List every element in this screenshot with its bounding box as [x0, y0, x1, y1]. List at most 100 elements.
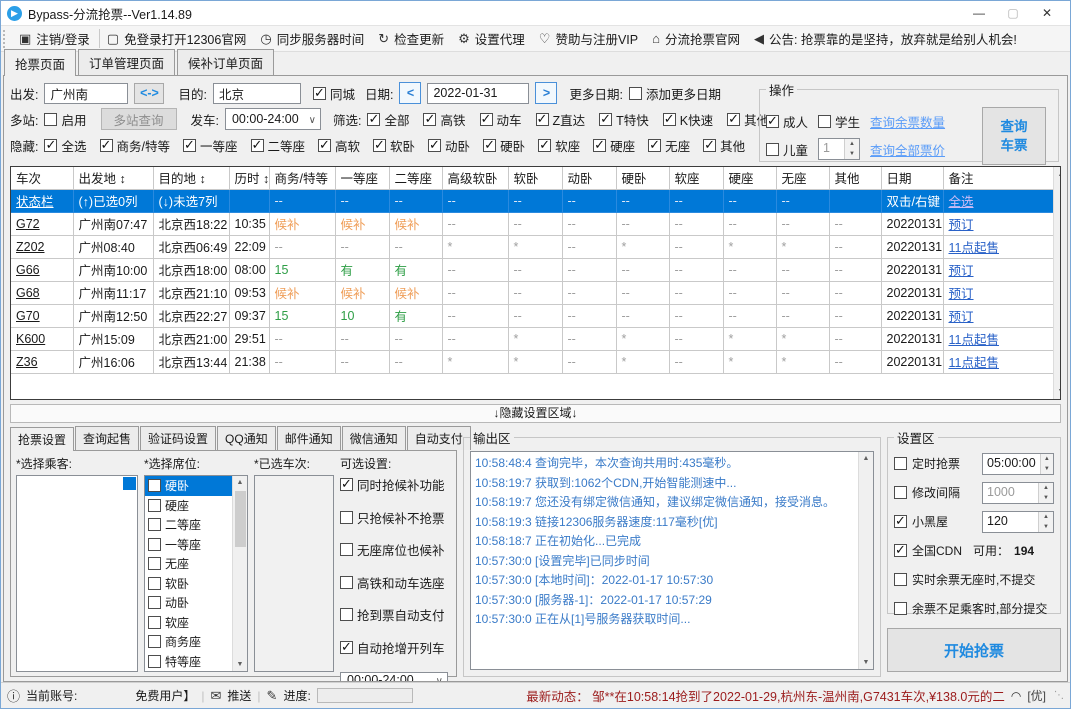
filter-checkbox-box[interactable]	[727, 111, 741, 127]
output-log[interactable]: 10:58:48:4 查询完毕，本次查询共用时:435毫秒。 10:58:19:7…	[471, 452, 858, 669]
hide-checkbox-box[interactable]	[318, 137, 332, 153]
train-table-column-header[interactable]: 出发地 ↕	[72, 167, 154, 190]
train-table-column-header[interactable]: 硬卧	[615, 167, 670, 190]
settings-tab[interactable]: 自动支付	[406, 426, 471, 450]
seat-checkbox-box[interactable]	[148, 615, 161, 629]
multi-query-button[interactable]: 多站查询	[100, 108, 177, 130]
train-table-column-header[interactable]: 车次	[11, 167, 74, 190]
train-table-column-header[interactable]: 高级软卧	[441, 167, 509, 190]
seat-checkbox-box[interactable]	[148, 654, 161, 668]
hide-checkbox[interactable]: 其他	[703, 136, 745, 155]
child-checkbox-box[interactable]	[766, 142, 779, 156]
close-icon[interactable]: ✕	[1030, 6, 1064, 20]
spinner-down-icon[interactable]	[1039, 521, 1053, 532]
settings-tab[interactable]: 邮件通知	[276, 426, 341, 450]
settings-tab[interactable]: QQ通知	[217, 426, 276, 450]
seat-checkbox-box[interactable]	[148, 557, 161, 571]
filter-checkbox-box[interactable]	[662, 111, 676, 127]
train-table-column-header[interactable]: 软座	[668, 167, 724, 190]
spinner-down-icon[interactable]	[1039, 492, 1053, 503]
train-table-cell[interactable]: G68	[11, 280, 74, 305]
table-scrollbar[interactable]	[1053, 167, 1060, 399]
query-remaining-link[interactable]: 查询余票数量	[870, 112, 945, 131]
main-tab[interactable]: 候补订单页面	[177, 49, 275, 75]
settings-tab[interactable]: 查询起售	[75, 426, 140, 450]
train-table-row[interactable]: G66 广州南10:00 北京西18:00 08:00 15 有有 -- -- -- -- -- --…	[11, 257, 1053, 282]
passenger-listbox[interactable]	[16, 475, 138, 672]
toolbar-item[interactable]: ⌂ 分流抢票官网	[645, 29, 747, 48]
train-table-row[interactable]: G68 广州南11:17 北京西21:10 09:53 候补 候补 候补 -- -- -- -- --…	[11, 280, 1053, 305]
train-table-cell[interactable]: 预订	[942, 211, 1053, 236]
hide-settings-bar[interactable]: ↓隐藏设置区域↓	[10, 404, 1061, 423]
settings-tab[interactable]: 抢票设置	[10, 427, 75, 451]
toolbar-item[interactable]: ▢ 免登录打开12306官网	[98, 29, 254, 48]
scroll-up-icon[interactable]	[863, 452, 870, 465]
selected-trains-listbox[interactable]	[254, 475, 334, 672]
multi-enable-checkbox[interactable]: 启用	[44, 110, 87, 129]
scroll-up-icon[interactable]	[1058, 167, 1060, 182]
option-checkbox-box[interactable]	[340, 543, 353, 556]
hide-checkbox[interactable]: 二等座	[250, 136, 305, 155]
main-tab[interactable]: 抢票页面	[4, 49, 77, 76]
filter-checkbox[interactable]: K快速	[662, 110, 713, 129]
hide-checkbox[interactable]: 硬卧	[483, 136, 525, 155]
swap-stations-button[interactable]: <->	[134, 82, 165, 104]
hide-checkbox[interactable]: 全选	[44, 136, 87, 155]
seat-scrollbar[interactable]	[232, 476, 247, 671]
push-label[interactable]: 推送	[227, 687, 251, 704]
toolbar-item[interactable]: ▣ 注销/登录	[12, 29, 97, 48]
filter-checkbox[interactable]: 全部	[367, 110, 409, 129]
depart-time-select[interactable]: 00:00-24:00	[224, 108, 321, 130]
scroll-thumb[interactable]	[234, 491, 246, 547]
option-checkbox-box[interactable]	[340, 575, 353, 589]
filter-checkbox-box[interactable]	[423, 111, 437, 127]
maximize-icon[interactable]: ▢	[996, 6, 1030, 20]
depart-input[interactable]: 广州南	[44, 82, 129, 104]
hide-checkbox-box[interactable]	[648, 137, 662, 153]
same-city-checkbox[interactable]: 同城	[312, 84, 355, 103]
multi-enable-checkbox-box[interactable]	[44, 112, 58, 126]
option-checkbox[interactable]: 抢到票自动支付	[340, 605, 445, 624]
noseat-checkbox[interactable]	[894, 573, 907, 586]
grab-time-range-select[interactable]: 00:00-24:00	[340, 672, 448, 681]
main-tab[interactable]: 订单管理页面	[78, 49, 176, 75]
dest-input[interactable]: 北京	[212, 82, 301, 104]
student-checkbox[interactable]: 学生	[818, 112, 860, 131]
seat-checkbox-box[interactable]	[148, 498, 161, 512]
option-checkbox[interactable]: 只抢候补不抢票	[340, 508, 445, 527]
train-table-column-header[interactable]: 目的地 ↕	[152, 167, 230, 190]
child-count-stepper[interactable]: 1	[818, 138, 861, 160]
hide-checkbox[interactable]: 动卧	[428, 136, 470, 155]
option-checkbox-box[interactable]	[340, 510, 353, 524]
seat-item[interactable]: 二等座	[145, 515, 232, 535]
hide-checkbox-box[interactable]	[250, 137, 264, 153]
scroll-up-icon[interactable]	[237, 476, 244, 489]
seat-item[interactable]: 软卧	[145, 574, 232, 594]
option-checkbox[interactable]: 同时抢候补功能	[340, 475, 445, 494]
train-table-row[interactable]: K600 广州15:09 北京西21:00 29:51 -- -- -- -- * -- * -- * *…	[11, 326, 1053, 351]
add-more-dates-checkbox[interactable]: 添加更多日期	[628, 84, 721, 103]
hide-checkbox-box[interactable]	[99, 137, 113, 153]
hide-checkbox-box[interactable]	[538, 137, 552, 153]
train-table-cell[interactable]: G70	[11, 303, 74, 328]
option-checkbox[interactable]: 无座席位也候补	[340, 540, 445, 559]
hide-checkbox[interactable]: 商务/特等	[99, 136, 170, 155]
train-table-cell[interactable]: K600	[11, 326, 74, 351]
filter-checkbox[interactable]: Z直达	[535, 110, 585, 129]
hide-checkbox-box[interactable]	[483, 137, 497, 153]
option-checkbox-box[interactable]	[340, 476, 353, 492]
partial-checkbox[interactable]	[894, 602, 907, 615]
settings-tab[interactable]: 验证码设置	[140, 426, 217, 450]
filter-checkbox[interactable]: 动车	[479, 110, 522, 129]
train-table-cell[interactable]: 11点起售	[942, 326, 1053, 351]
filter-checkbox-box[interactable]	[535, 111, 549, 127]
train-table-cell[interactable]: 全选	[942, 188, 1053, 213]
spinner-up-icon[interactable]	[845, 139, 860, 149]
option-checkbox-box[interactable]	[340, 639, 353, 655]
hide-checkbox-box[interactable]	[182, 137, 196, 153]
toolbar-item[interactable]: ◀ 公告: 抢票靠的是坚持，放弃就是给别人机会!	[747, 29, 1024, 48]
filter-checkbox-box[interactable]	[479, 111, 493, 127]
train-table-cell[interactable]: 预订	[942, 280, 1053, 305]
toolbar-item[interactable]: ⚙ 设置代理	[451, 29, 532, 48]
blackroom-checkbox[interactable]	[894, 513, 907, 529]
